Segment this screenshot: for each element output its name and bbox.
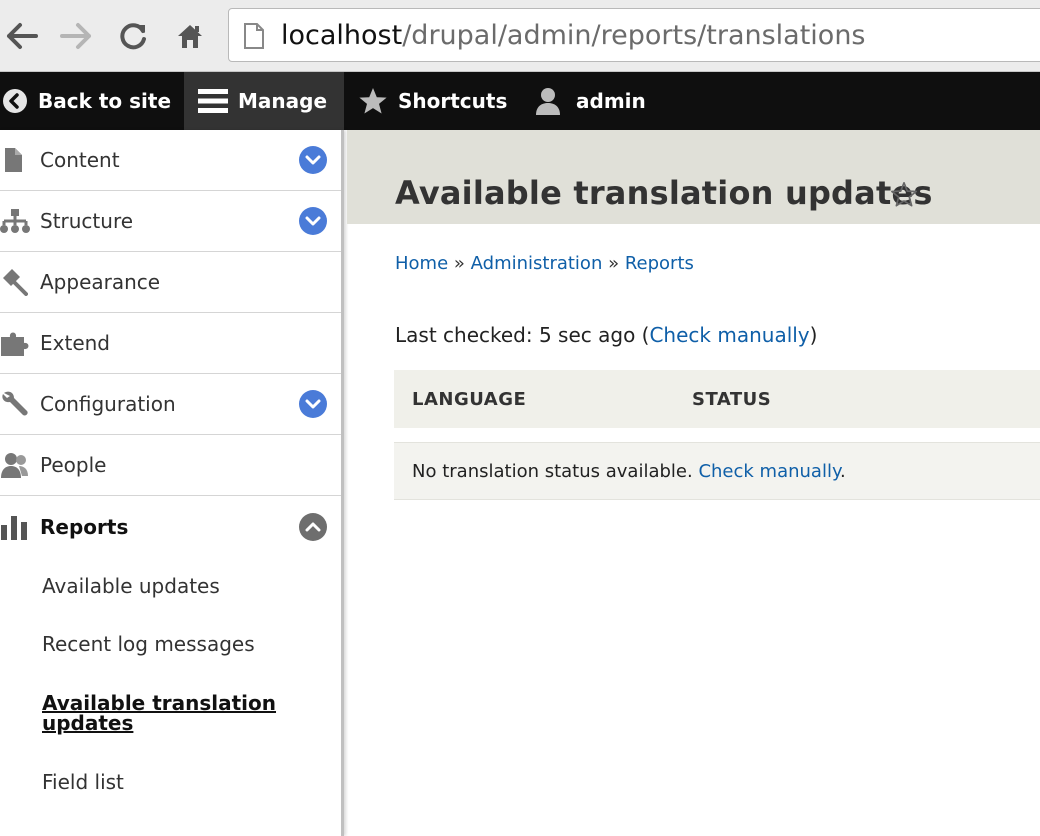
browser-chrome: localhost/drupal/admin/reports/translati… bbox=[0, 0, 1040, 72]
chevron-down-icon[interactable] bbox=[299, 390, 327, 418]
empty-message: No translation status available. Check m… bbox=[412, 461, 846, 482]
submenu-item-recent-log-messages[interactable]: Recent log messages bbox=[0, 615, 341, 673]
user-label: admin bbox=[576, 89, 646, 113]
submenu-item-label: Available updates bbox=[42, 574, 220, 598]
main-content: Available translation updates Home » Adm… bbox=[347, 130, 1040, 836]
url-path: /drupal/admin/reports/translations bbox=[402, 20, 866, 51]
submenu-item-field-list[interactable]: Field list bbox=[0, 753, 341, 811]
last-checked-suffix: ) bbox=[809, 323, 818, 347]
address-bar[interactable]: localhost/drupal/admin/reports/translati… bbox=[228, 8, 1040, 62]
breadcrumb-administration-link[interactable]: Administration bbox=[471, 253, 603, 274]
breadcrumb: Home » Administration » Reports bbox=[395, 253, 694, 274]
page-icon bbox=[243, 23, 265, 53]
page-title: Available translation updates bbox=[395, 174, 933, 212]
menu-item-label: People bbox=[40, 453, 107, 477]
menu-item-content[interactable]: Content bbox=[0, 130, 341, 191]
check-manually-link[interactable]: Check manually bbox=[649, 323, 809, 347]
manage-label: Manage bbox=[238, 89, 328, 113]
last-checked-text: Last checked: 5 sec ago (Check manually) bbox=[395, 323, 817, 347]
people-icon bbox=[0, 451, 30, 479]
submenu-item-available-updates[interactable]: Available updates bbox=[0, 557, 341, 615]
breadcrumb-separator: » bbox=[453, 253, 465, 274]
paintbrush-icon bbox=[0, 268, 30, 296]
menu-item-reports[interactable]: Reports bbox=[0, 496, 341, 557]
breadcrumb-home-link[interactable]: Home bbox=[395, 253, 448, 274]
sitemap-icon bbox=[0, 207, 30, 235]
forward-arrow-icon[interactable] bbox=[58, 18, 94, 54]
back-to-site-label: Back to site bbox=[38, 89, 172, 113]
shortcuts-tab[interactable]: Shortcuts bbox=[358, 72, 507, 130]
manage-tab[interactable]: Manage bbox=[184, 72, 344, 130]
menu-item-label: Reports bbox=[40, 514, 129, 539]
menu-item-appearance[interactable]: Appearance bbox=[0, 252, 341, 313]
submenu-item-label: Field list bbox=[42, 770, 124, 794]
star-outline-icon[interactable] bbox=[890, 181, 918, 212]
hamburger-icon bbox=[198, 88, 228, 114]
menu-item-label: Appearance bbox=[40, 270, 161, 294]
submenu-item-label: Recent log messages bbox=[42, 632, 255, 656]
menu-item-label: Structure bbox=[40, 209, 134, 233]
menu-item-label: Configuration bbox=[40, 392, 176, 416]
file-icon bbox=[0, 146, 30, 174]
submenu-item-available-translation-updates[interactable]: Available translation updates bbox=[0, 673, 341, 753]
translations-table: LANGUAGE STATUS No translation status av… bbox=[394, 370, 1040, 500]
menu-item-configuration[interactable]: Configuration bbox=[0, 374, 341, 435]
menu-item-extend[interactable]: Extend bbox=[0, 313, 341, 374]
back-circle-icon bbox=[2, 88, 28, 114]
menu-item-people[interactable]: People bbox=[0, 435, 341, 496]
shortcuts-label: Shortcuts bbox=[398, 89, 508, 113]
back-arrow-icon[interactable] bbox=[4, 18, 40, 54]
chevron-down-icon[interactable] bbox=[299, 146, 327, 174]
page-header: Available translation updates bbox=[347, 130, 1040, 224]
menu-item-label: Content bbox=[40, 148, 120, 172]
chevron-up-icon[interactable] bbox=[299, 512, 327, 541]
admin-toolbar: Back to site Manage Shortcuts admin bbox=[0, 72, 1040, 130]
breadcrumb-separator: » bbox=[608, 253, 620, 274]
column-header-status: STATUS bbox=[692, 389, 772, 410]
last-checked-prefix: Last checked: 5 sec ago ( bbox=[395, 323, 650, 347]
menu-item-label: Extend bbox=[40, 331, 110, 355]
submenu-item-label: Available translation updates bbox=[42, 691, 277, 735]
table-header: LANGUAGE STATUS bbox=[394, 370, 1040, 428]
user-tab[interactable]: admin bbox=[534, 72, 646, 130]
check-manually-link[interactable]: Check manually bbox=[698, 461, 840, 482]
puzzle-icon bbox=[0, 329, 30, 357]
empty-message-text: No translation status available. bbox=[412, 461, 693, 482]
menu-item-structure[interactable]: Structure bbox=[0, 191, 341, 252]
url-text[interactable]: localhost/drupal/admin/reports/translati… bbox=[281, 19, 866, 53]
breadcrumb-reports-link[interactable]: Reports bbox=[625, 253, 694, 274]
user-icon bbox=[534, 86, 562, 116]
bar-chart-icon bbox=[0, 513, 30, 541]
back-to-site-link[interactable]: Back to site bbox=[2, 72, 171, 130]
chevron-down-icon[interactable] bbox=[299, 207, 327, 235]
home-icon[interactable] bbox=[172, 18, 208, 54]
table-row: No translation status available. Check m… bbox=[394, 442, 1040, 500]
admin-menu-tray: Content Structure Appearance Extend Conf… bbox=[0, 130, 344, 836]
wrench-icon bbox=[0, 390, 30, 418]
star-filled-icon bbox=[358, 87, 388, 115]
reload-icon[interactable] bbox=[116, 18, 152, 54]
column-header-language: LANGUAGE bbox=[412, 389, 527, 410]
url-host: localhost bbox=[281, 20, 403, 51]
empty-message-suffix: . bbox=[840, 461, 846, 482]
